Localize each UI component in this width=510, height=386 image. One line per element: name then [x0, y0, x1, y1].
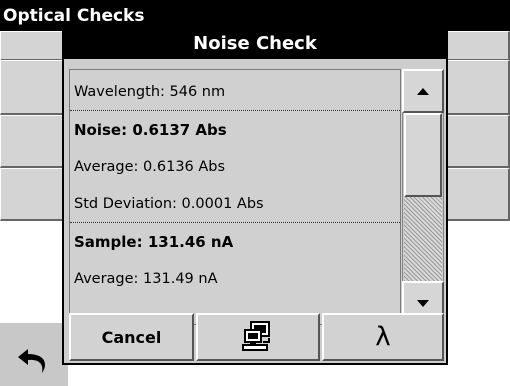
- background-button: [0, 60, 70, 115]
- dialog-title: Noise Check: [64, 29, 446, 59]
- background-button: [440, 60, 510, 115]
- background-title: Optical Checks: [3, 6, 145, 26]
- background-button: [440, 115, 510, 168]
- lambda-button[interactable]: λ: [322, 313, 444, 361]
- scroll-track[interactable]: [402, 113, 444, 281]
- cancel-button[interactable]: Cancel: [69, 313, 194, 361]
- list-item-average-na: Average: 131.49 nA: [74, 271, 218, 287]
- list-item-std-deviation: Std Deviation: 0.0001 Abs: [70, 186, 400, 223]
- background-button: [0, 31, 70, 61]
- results-list: Wavelength: 546 nm Noise: 0.6137 Abs Ave…: [69, 69, 401, 325]
- back-button[interactable]: [0, 322, 68, 386]
- background-button: [440, 31, 510, 61]
- scroll-up-button[interactable]: [402, 69, 444, 113]
- scroll-down-icon: [417, 299, 429, 307]
- back-arrow-icon: [18, 349, 46, 373]
- noise-check-dialog: Noise Check Wavelength: 546 nm Noise: 0.…: [62, 27, 448, 365]
- list-item-sample: Sample: 131.46 nA: [74, 233, 234, 251]
- list-item-noise: Noise: 0.6137 Abs: [74, 121, 227, 139]
- background-button: [0, 168, 70, 221]
- background-button: [0, 115, 70, 168]
- computer-icon: [242, 321, 270, 351]
- scrollbar[interactable]: [402, 69, 444, 325]
- list-item-average-abs: Average: 0.6136 Abs: [74, 159, 226, 175]
- scroll-thumb[interactable]: [404, 113, 442, 197]
- background-button: [440, 168, 510, 221]
- scroll-up-icon: [417, 87, 429, 95]
- scroll-track-pattern: [404, 197, 442, 281]
- computer-button[interactable]: [196, 313, 320, 361]
- list-item-wavelength: Wavelength: 546 nm: [70, 74, 400, 111]
